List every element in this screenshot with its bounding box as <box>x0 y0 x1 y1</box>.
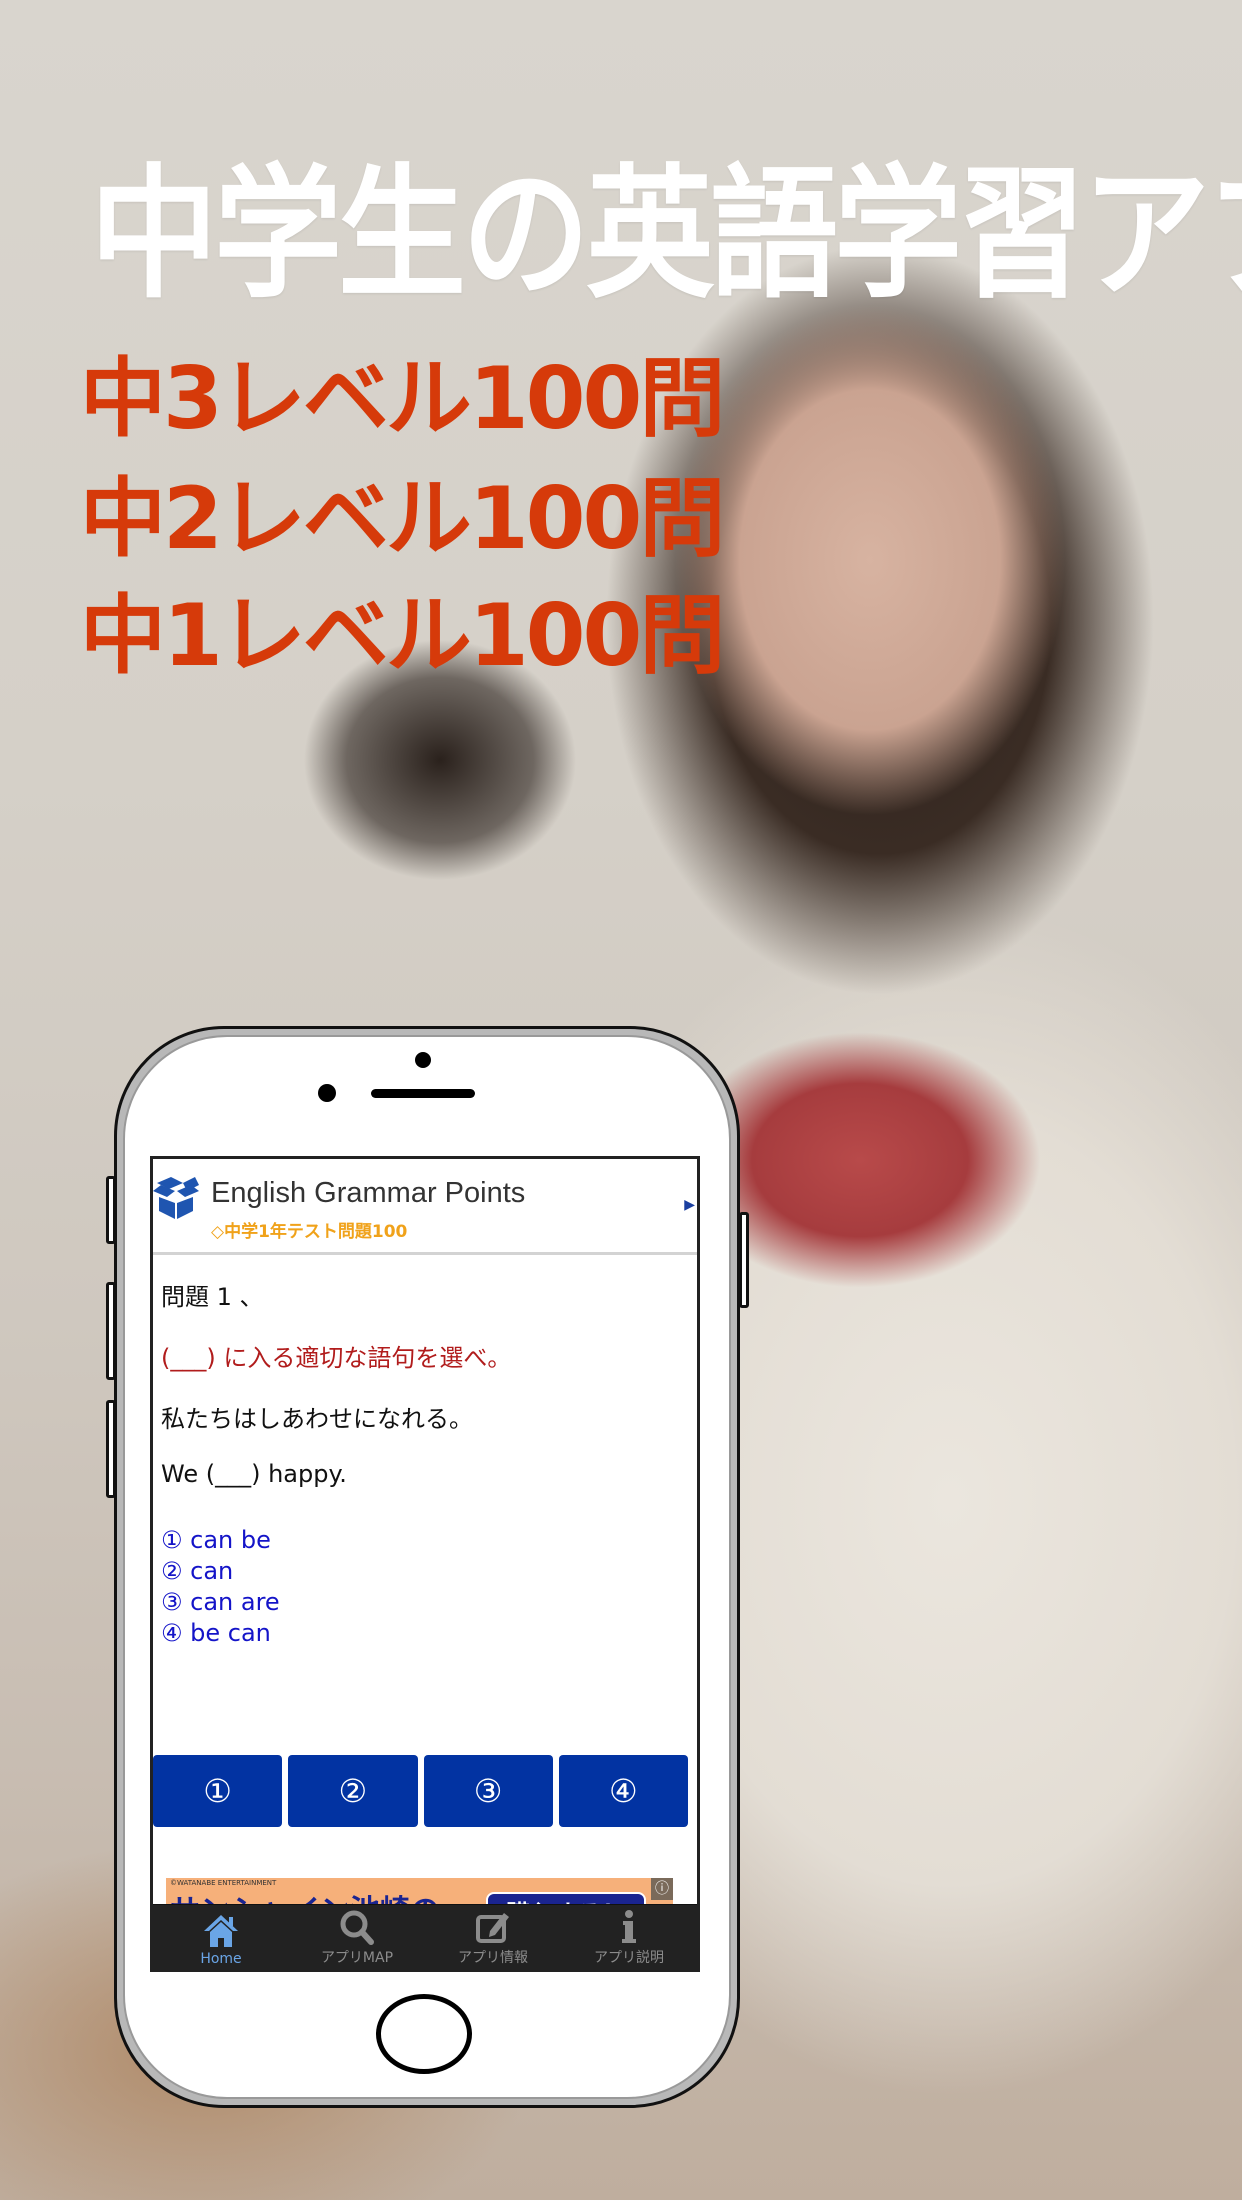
phone-volume-up <box>106 1282 116 1380</box>
edit-icon <box>476 1913 509 1943</box>
choice-item: ④ be can <box>161 1619 271 1647</box>
tab-home[interactable]: Home <box>153 1905 289 1969</box>
phone-mute-switch <box>106 1176 116 1244</box>
app-title: English Grammar Points <box>211 1177 526 1209</box>
question-instruction: (___) に入る適切な語句を選べ。 <box>161 1344 512 1372</box>
answer-buttons: ① ② ③ ④ <box>153 1755 688 1827</box>
app-header: English Grammar Points ◇中学1年テスト問題100 ▶ <box>153 1159 697 1255</box>
home-button[interactable] <box>376 1994 472 2074</box>
app-screen: English Grammar Points ◇中学1年テスト問題100 ▶ 問… <box>150 1156 700 1972</box>
search-icon <box>340 1910 374 1945</box>
choice-item: ② can <box>161 1557 234 1585</box>
info-icon <box>622 1910 636 1943</box>
question-title: 問題 1 、 <box>161 1283 264 1311</box>
front-camera-icon <box>415 1052 431 1068</box>
choice-item: ③ can are <box>161 1588 280 1616</box>
sensor-icon <box>318 1084 336 1102</box>
tab-label: アプリ説明 <box>594 1950 664 1966</box>
choice-list: ① can be ② can ③ can are ④ be can <box>161 1525 280 1649</box>
ad-info-icon[interactable]: ⓘ <box>651 1878 673 1900</box>
tab-label: Home <box>200 1951 242 1967</box>
tab-app-description[interactable]: アプリ説明 <box>561 1905 697 1969</box>
promo-level-2: 中2レベル100問 <box>80 469 725 569</box>
open-box-icon <box>153 1177 199 1219</box>
question-japanese: 私たちはしあわせになれる。 <box>161 1405 473 1433</box>
answer-button-4[interactable]: ④ <box>558 1755 688 1827</box>
answer-button-3[interactable]: ③ <box>423 1755 553 1827</box>
phone-volume-down <box>106 1400 116 1498</box>
promo-level-1: 中1レベル100問 <box>80 586 725 686</box>
promo-headline: 中学生の英語学習アプリ <box>90 151 1242 319</box>
choice-item: ① can be <box>161 1526 271 1554</box>
answer-button-2[interactable]: ② <box>288 1755 418 1827</box>
phone-power-button <box>739 1212 749 1308</box>
tab-label: アプリ情報 <box>458 1950 528 1966</box>
promo-level-3: 中3レベル100問 <box>80 349 725 449</box>
triangle-right-icon[interactable]: ▶ <box>684 1197 695 1213</box>
question-english: We (___) happy. <box>161 1460 347 1488</box>
tab-app-info[interactable]: アプリ情報 <box>425 1905 561 1969</box>
tab-bar: Home アプリMAP アプリ情報 アプリ説明 <box>153 1904 697 1969</box>
speaker-grille <box>371 1089 475 1098</box>
tab-app-map[interactable]: アプリMAP <box>289 1905 425 1969</box>
app-subtitle: ◇中学1年テスト問題100 <box>211 1222 408 1242</box>
answer-button-1[interactable]: ① <box>153 1755 283 1827</box>
home-icon <box>204 1915 238 1947</box>
tab-label: アプリMAP <box>320 1950 394 1966</box>
